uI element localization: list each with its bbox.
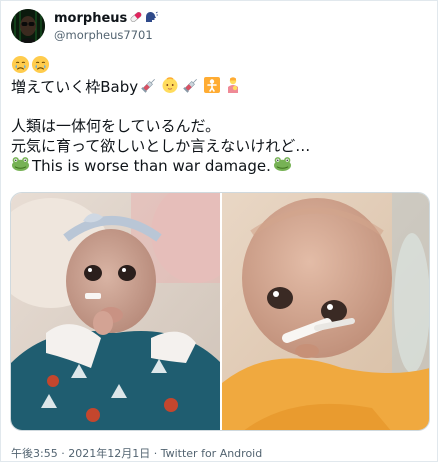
syringe-icon xyxy=(182,76,200,99)
tweet-footer: 午後3:55 · 2021年12月1日 · Twitter for Androi… xyxy=(11,445,262,461)
tweet-text-line-3: 人類は一体何をしているんだ。 xyxy=(11,116,221,135)
tweet-header: morpheus @morpheus7701 xyxy=(11,9,159,43)
pill-icon xyxy=(129,10,143,28)
author-handle[interactable]: @morpheus7701 xyxy=(54,28,158,43)
tweet-line-3: 人類は一体何をしているんだ。 xyxy=(11,116,431,136)
photo-right[interactable] xyxy=(222,193,429,430)
tweet-time[interactable]: 午後3:55 xyxy=(11,447,58,460)
tweet-source[interactable]: Twitter for Android xyxy=(161,447,263,460)
syringe-icon xyxy=(140,76,158,99)
tweet-text-line-2: 増えていく枠Baby xyxy=(11,77,139,96)
baby-icon xyxy=(161,76,179,99)
crying-face-icon xyxy=(31,55,50,79)
tweet-media xyxy=(10,192,430,431)
footer-separator: · xyxy=(57,447,69,460)
display-name[interactable]: morpheus xyxy=(54,11,127,26)
tweet-line-1 xyxy=(11,55,431,79)
baby-symbol-icon xyxy=(203,76,221,99)
avatar[interactable] xyxy=(11,9,45,43)
footer-separator: · xyxy=(150,447,161,460)
tweet-text: 増えていく枠Baby 人類は一体何をしているんだ。 元気に育って欲しいとしか言え… xyxy=(11,55,431,176)
tweet-text-line-4: 元気に育って欲しいとしか言えないけれど… xyxy=(11,136,311,155)
tweet-line-2: 増えていく枠Baby xyxy=(11,76,431,99)
author-names: morpheus @morpheus7701 xyxy=(54,10,159,43)
tweet-date[interactable]: 2021年12月1日 xyxy=(68,447,150,460)
frog-icon xyxy=(273,155,292,177)
tweet-text-line-5: This is worse than war damage. xyxy=(32,156,271,175)
crying-face-icon xyxy=(11,55,30,79)
frog-icon xyxy=(11,155,30,177)
tweet-line-5: This is worse than war damage. xyxy=(11,156,431,176)
tweet-line-4: 元気に育って欲しいとしか言えないけれど… xyxy=(11,136,431,156)
display-name-row[interactable]: morpheus xyxy=(54,10,159,28)
photo-left[interactable] xyxy=(11,193,220,430)
breastfeeding-icon xyxy=(224,76,242,99)
tweet-card: morpheus @morpheus7701 増えていく枠Baby 人類は一体何… xyxy=(0,0,438,462)
speaking-head-icon xyxy=(144,10,159,28)
